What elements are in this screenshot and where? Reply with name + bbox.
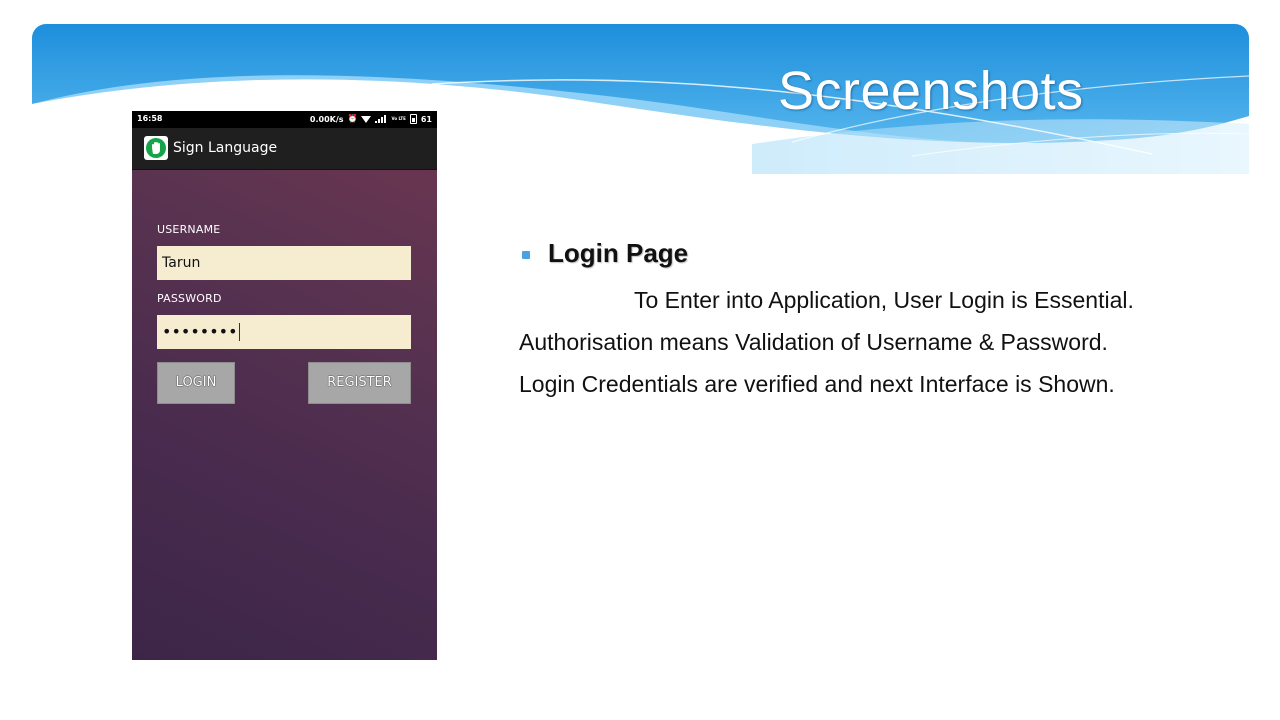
status-bar: 16:58 0.00K/s ⏰ Vo LTE 61: [132, 111, 437, 128]
text-cursor: [238, 323, 240, 341]
description-line: Login Credentials are verified and next …: [519, 371, 1115, 397]
alarm-icon: ⏰: [347, 114, 358, 123]
wifi-icon: [361, 115, 372, 123]
battery-level: 61: [420, 114, 432, 124]
signal-icon: [375, 115, 387, 123]
slide-title: Screenshots: [778, 61, 1084, 121]
app-action-bar: Sign Language: [132, 128, 437, 170]
content-heading: Login Page: [548, 238, 689, 268]
register-button[interactable]: REGISTER: [308, 362, 411, 404]
username-input[interactable]: Tarun: [157, 246, 411, 280]
username-value: Tarun: [162, 255, 201, 271]
bullet-icon: [522, 251, 530, 259]
password-value: ••••••••: [162, 322, 238, 341]
app-title: Sign Language: [173, 140, 278, 156]
description-line: To Enter into Application, User Login is…: [634, 287, 1134, 313]
hand-icon: [144, 136, 168, 160]
phone-screenshot: 16:58 0.00K/s ⏰ Vo LTE 61 Sign Language …: [132, 111, 437, 660]
status-icons: 0.00K/s ⏰ Vo LTE 61: [310, 113, 432, 125]
network-speed: 0.00K/s: [309, 114, 344, 124]
battery-icon: [409, 114, 417, 124]
status-time: 16:58: [137, 114, 163, 123]
description-line: Authorisation means Validation of Userna…: [519, 329, 1108, 355]
password-input[interactable]: ••••••••: [157, 315, 411, 349]
volte-icon: Vo LTE: [391, 116, 406, 121]
password-label: PASSWORD: [157, 292, 222, 305]
username-label: USERNAME: [157, 223, 221, 236]
login-button[interactable]: LOGIN: [157, 362, 235, 404]
